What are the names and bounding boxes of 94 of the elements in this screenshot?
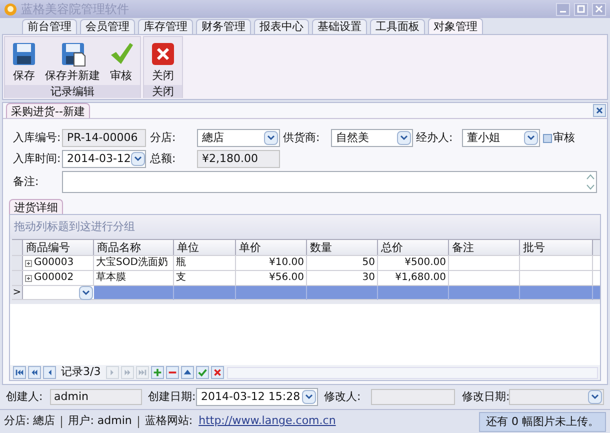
dropdown-field[interactable]: 2014-03-12 15:28 [196, 388, 318, 406]
ribbon-group-label: 记录编辑 [5, 84, 140, 98]
dropdown-button[interactable] [130, 152, 145, 166]
row-indicator: > [12, 286, 23, 299]
chevron-down-icon [400, 135, 408, 141]
close-icon [595, 5, 603, 13]
status-branch: 分店: 總店 [4, 413, 56, 430]
ribbon-button[interactable]: 关闭 [148, 41, 178, 84]
dropdown-button[interactable] [588, 390, 602, 404]
field-label: 创建人: [6, 388, 44, 405]
dropdown-field[interactable]: 自然美 [331, 129, 413, 147]
receipt-number-field[interactable]: PR-14-00006 [62, 129, 146, 147]
column-header: 商品名称 [94, 240, 174, 255]
close-icon [150, 41, 176, 67]
ribbon-button[interactable]: 保存并新建 [43, 41, 102, 84]
record-counter: 记录3/3 [60, 364, 102, 380]
dropdown-field[interactable]: 董小姐 [462, 129, 540, 147]
chevron-down-icon [591, 394, 599, 400]
up-triangle-button[interactable] [180, 366, 194, 379]
column-header: 数量 [307, 240, 378, 255]
menu-tab[interactable]: 库存管理 [138, 19, 193, 34]
upload-status: 还有 0 幅图片未上传。 [479, 412, 606, 432]
column-header: 单位 [174, 240, 236, 255]
menu-tab[interactable]: 基础设置 [312, 19, 367, 34]
field-label: 经办人: [416, 130, 454, 146]
column-header: 单价 [236, 240, 307, 255]
menu-tab[interactable]: 前台管理 [22, 19, 77, 34]
ribbon-button[interactable]: 保存 [9, 41, 39, 84]
chevron-down-icon [134, 156, 142, 162]
modifier-field[interactable] [371, 389, 455, 405]
note-field[interactable] [62, 171, 597, 193]
menu-tab[interactable]: 报表中心 [254, 19, 309, 34]
previous-record-button[interactable] [43, 366, 56, 379]
modified-date-field[interactable] [509, 389, 604, 405]
status-site-label: 蓝格网站: [144, 413, 193, 430]
creator-field[interactable]: admin [50, 389, 142, 405]
column-header: 商品编号 [23, 240, 94, 255]
field-label: 创建日期: [148, 388, 196, 405]
column-header: 总价 [378, 240, 449, 255]
website-link[interactable]: http://www.lange.com.cn [198, 413, 336, 430]
close-button[interactable] [210, 366, 224, 379]
first-record-icon [14, 367, 25, 378]
field-label: 入库编号: [13, 130, 62, 146]
field-label: 总额: [150, 150, 177, 167]
dropdown-field[interactable]: 2014-03-12 [62, 150, 146, 168]
horizontal-scrollbar[interactable] [226, 366, 598, 378]
dropdown-button[interactable] [264, 131, 278, 145]
ribbon-group-label: 关闭 [144, 84, 182, 98]
floppy-document-icon [60, 41, 86, 67]
last-record-icon [136, 367, 148, 378]
expand-icon [25, 260, 32, 266]
close-icon [596, 107, 603, 114]
total-field[interactable]: ¥2,180.00 [197, 150, 280, 168]
detail-tab[interactable]: 进货详细 [9, 199, 63, 214]
column-header: 备注 [449, 240, 520, 255]
document-tab[interactable]: 采购进货--新建 [6, 103, 90, 118]
menu-tab[interactable]: 工具面板 [370, 19, 425, 34]
ribbon-button[interactable]: 审核 [106, 41, 136, 84]
plus-button[interactable] [150, 366, 164, 379]
previous-page-button[interactable] [28, 366, 41, 379]
field-label: 备注: [13, 174, 40, 190]
menu-tab[interactable]: 会员管理 [80, 19, 135, 34]
expand-icon [25, 274, 32, 282]
scroll-arrows-icon [586, 173, 595, 191]
menu-tab[interactable]: 财务管理 [196, 19, 251, 34]
previous-page-icon [29, 367, 40, 378]
field-label: 修改人: [324, 388, 362, 405]
close-button[interactable] [593, 104, 606, 117]
column-header: 批号 [520, 240, 593, 255]
approved-checkbox[interactable]: 审核 [543, 130, 575, 146]
check-icon [196, 367, 208, 378]
chevron-down-icon [305, 394, 313, 400]
dropdown-field[interactable]: 總店 [197, 129, 280, 147]
dropdown-button[interactable] [524, 131, 538, 145]
field-label: 修改日期: [462, 388, 509, 405]
field-label: 分店: [150, 130, 177, 146]
dropdown-button[interactable] [397, 131, 411, 145]
chevron-down-icon [527, 135, 535, 141]
maximize-icon [577, 5, 585, 13]
first-record-button[interactable] [13, 366, 26, 379]
chevron-down-icon [82, 290, 90, 296]
menu-tab[interactable]: 对象管理 [428, 18, 483, 34]
dropdown-button[interactable] [79, 286, 93, 300]
minus-button[interactable] [166, 366, 179, 379]
status-user: 用户: admin [68, 413, 132, 430]
chevron-down-icon [267, 135, 275, 141]
close-icon [212, 367, 223, 378]
app-logo-icon [4, 2, 17, 16]
group-hint: 拖动列标题到这进行分组 [14, 218, 135, 235]
check-button[interactable] [196, 366, 209, 379]
dropdown-button[interactable] [302, 390, 316, 404]
plus-icon [152, 367, 163, 378]
field-label: 供货商: [283, 130, 321, 146]
field-label: 入库时间: [13, 150, 62, 167]
